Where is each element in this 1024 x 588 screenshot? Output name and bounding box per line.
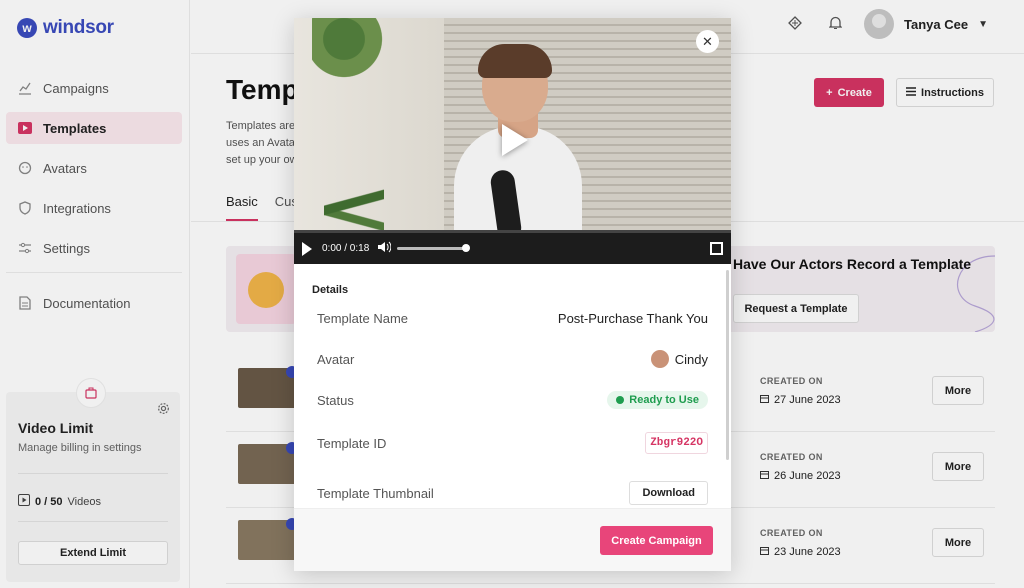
detail-row-template-name: Template Name Post-Purchase Thank You	[317, 311, 708, 326]
details-heading: Details	[312, 284, 349, 296]
download-button[interactable]: Download	[629, 481, 708, 505]
template-details: Details Template Name Post-Purchase Than…	[294, 264, 731, 508]
create-campaign-button[interactable]: Create Campaign	[600, 526, 713, 555]
play-overlay-icon[interactable]	[502, 124, 528, 156]
video-frame-person	[478, 44, 552, 78]
video-player[interactable]: ✕ 0:00 / 0:18	[294, 18, 731, 264]
app-root: w windsor Campaigns Templates Avatars In…	[0, 0, 1024, 588]
detail-row-avatar: Avatar Cindy	[317, 350, 708, 368]
volume-icon[interactable]	[377, 241, 392, 256]
avatar-value: Cindy	[650, 350, 708, 368]
avatar-name: Cindy	[674, 351, 708, 367]
detail-label: Template ID	[317, 435, 387, 451]
status-text: Ready to Use	[629, 394, 699, 406]
detail-label: Avatar	[317, 351, 355, 367]
detail-row-status: Status Ready to Use	[317, 391, 708, 409]
template-id-value[interactable]: Zbgr922O	[645, 432, 708, 454]
check-circle-icon	[616, 396, 625, 404]
video-time: 0:00 / 0:18	[322, 243, 370, 254]
detail-label: Status	[317, 392, 354, 408]
fullscreen-icon[interactable]	[710, 242, 723, 255]
detail-label: Template Thumbnail	[317, 485, 434, 501]
volume-knob[interactable]	[461, 244, 470, 252]
video-controls: 0:00 / 0:18	[294, 233, 731, 264]
detail-row-template-id: Template ID Zbgr922O	[317, 432, 708, 454]
close-icon: ✕	[702, 33, 713, 49]
details-scrollbar[interactable]	[726, 270, 729, 460]
close-button[interactable]: ✕	[696, 30, 719, 53]
detail-row-thumbnail: Template Thumbnail Download	[317, 481, 708, 505]
template-name-value: Post-Purchase Thank You	[557, 311, 708, 326]
play-icon[interactable]	[302, 241, 312, 256]
volume-slider[interactable]	[397, 244, 470, 252]
detail-label: Template Name	[317, 311, 409, 326]
avatar	[650, 350, 669, 368]
status-badge: Ready to Use	[607, 391, 708, 409]
modal-footer: Create Campaign	[294, 508, 731, 571]
template-preview-modal: ✕ 0:00 / 0:18 Details Template Name Post	[294, 18, 731, 571]
video-frame-plant	[312, 18, 392, 88]
